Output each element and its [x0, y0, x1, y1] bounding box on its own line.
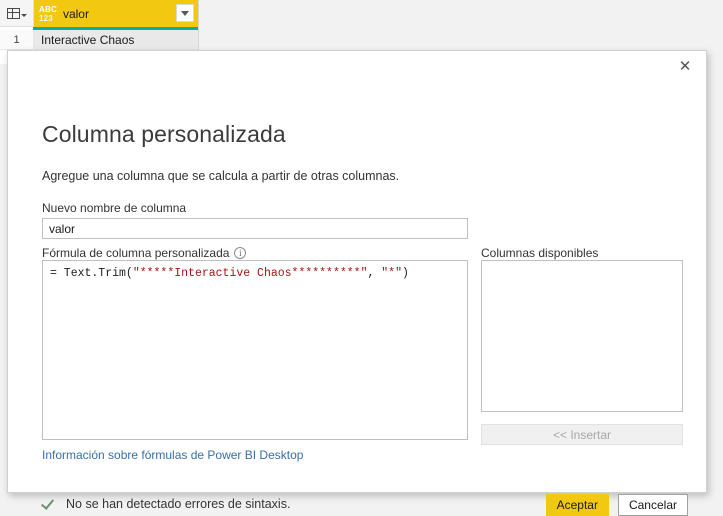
dialog-subtitle: Agregue una columna que se calcula a par…	[42, 169, 400, 183]
check-icon	[42, 496, 57, 511]
cancel-button[interactable]: Cancelar	[617, 494, 688, 516]
syntax-status: No se han detectado errores de sintaxis.	[42, 496, 290, 511]
type-icon-abc: ABC	[39, 4, 57, 14]
insert-button[interactable]: << Insertar	[481, 424, 683, 445]
available-columns-list[interactable]	[481, 260, 683, 412]
syntax-status-text: No se han detectado errores de sintaxis.	[66, 496, 291, 511]
accept-button[interactable]: Aceptar	[545, 494, 609, 516]
row-number: 1	[0, 30, 34, 49]
dialog-title: Columna personalizada	[42, 121, 286, 147]
formula-suffix: )	[402, 267, 409, 280]
table-select-all-corner[interactable]	[0, 0, 34, 27]
dialog-actions: Aceptar Cancelar	[545, 494, 688, 516]
formula-text: = Text.Trim("*****Interactive Chaos*****…	[43, 261, 467, 281]
column-filter-dropdown-button[interactable]	[176, 4, 194, 22]
new-column-name-label: Nuevo nombre de columna	[42, 201, 187, 215]
type-icon-123: 123	[39, 13, 53, 23]
available-columns-label: Columnas disponibles	[481, 246, 599, 260]
column-header-label: valor	[62, 6, 89, 21]
formula-help-link[interactable]: Información sobre fórmulas de Power BI D…	[42, 448, 303, 462]
close-icon[interactable]: ✕	[664, 51, 706, 80]
table-row[interactable]: 1 Interactive Chaos	[0, 30, 198, 50]
formula-editor[interactable]: = Text.Trim("*****Interactive Chaos*****…	[42, 260, 468, 440]
column-header-valor[interactable]: ABC 123 valor	[34, 0, 198, 27]
custom-column-dialog: ✕ Columna personalizada Agregue una colu…	[7, 50, 707, 516]
chevron-down-icon	[181, 10, 189, 16]
formula-prefix: = Text.Trim(	[50, 267, 133, 280]
table-icon	[6, 7, 20, 19]
new-column-name-input[interactable]	[42, 218, 468, 239]
info-icon[interactable]: i	[234, 247, 247, 259]
formula-arg1: "*****Interactive Chaos**********"	[132, 267, 368, 280]
chevron-down-icon	[20, 13, 27, 17]
formula-arg2: "*"	[381, 267, 402, 280]
row-cell-valor[interactable]: Interactive Chaos	[34, 30, 198, 49]
formula-label: Fórmula de columna personalizada	[42, 246, 230, 260]
formula-separator: ,	[367, 267, 382, 280]
formula-label-row: Fórmula de columna personalizada i	[42, 246, 247, 260]
table-header-row: ABC 123 valor	[0, 0, 198, 27]
text-type-icon: ABC 123	[39, 5, 57, 23]
